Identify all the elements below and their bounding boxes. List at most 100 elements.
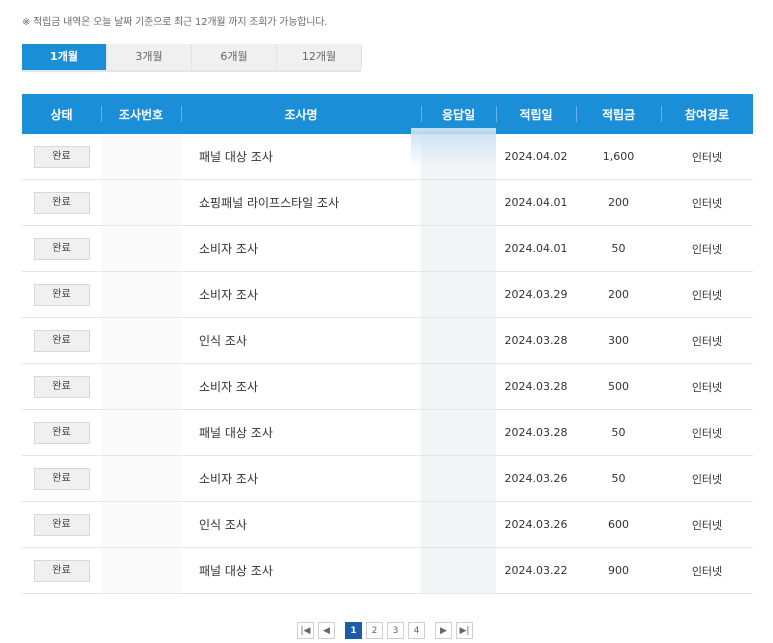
response-date-cell xyxy=(421,547,496,594)
table-row: 완료 소비자 조사 2024.03.26 50 인터넷 xyxy=(22,455,753,502)
status-cell: 완료 xyxy=(22,225,101,272)
accrual-date-cell: 2024.03.28 xyxy=(496,363,576,410)
header-status: 상태 xyxy=(22,94,101,134)
survey-name-cell: 인식 조사 xyxy=(181,501,421,548)
survey-name-cell: 소비자 조사 xyxy=(181,225,421,272)
survey-name-cell: 소비자 조사 xyxy=(181,363,421,410)
status-button[interactable]: 완료 xyxy=(33,329,90,352)
table-row: 완료 패널 대상 조사 2024.04.02 1,600 인터넷 xyxy=(22,134,753,180)
survey-name-cell: 패널 대상 조사 xyxy=(181,409,421,456)
status-button[interactable]: 완료 xyxy=(33,421,90,444)
table-row: 완료 인식 조사 2024.03.26 600 인터넷 xyxy=(22,501,753,548)
survey-no-cell xyxy=(101,409,181,456)
status-button[interactable]: 완료 xyxy=(33,237,90,260)
survey-no-cell xyxy=(101,501,181,548)
response-date-cell xyxy=(421,363,496,410)
tabs-underline xyxy=(22,70,361,72)
survey-name-cell: 패널 대상 조사 xyxy=(181,547,421,594)
status-button[interactable]: 완료 xyxy=(33,559,90,582)
next-page-button[interactable]: ▶ xyxy=(435,622,452,639)
response-date-cell xyxy=(421,317,496,364)
survey-name-cell: 패널 대상 조사 xyxy=(181,134,421,180)
accrual-date-cell: 2024.04.01 xyxy=(496,225,576,272)
channel-cell: 인터넷 xyxy=(661,547,753,594)
status-cell: 완료 xyxy=(22,501,101,548)
table-row: 완료 소비자 조사 2024.04.01 50 인터넷 xyxy=(22,225,753,272)
points-cell: 300 xyxy=(576,317,661,364)
points-cell: 500 xyxy=(576,363,661,410)
survey-name-cell: 쇼핑패널 라이프스타일 조사 xyxy=(181,179,421,226)
status-cell: 완료 xyxy=(22,134,101,180)
survey-no-cell xyxy=(101,363,181,410)
channel-cell: 인터넷 xyxy=(661,271,753,318)
accrual-date-cell: 2024.04.02 xyxy=(496,134,576,180)
prev-page-button[interactable]: ◀ xyxy=(318,622,335,639)
tab-3-months[interactable]: 3개월 xyxy=(107,44,192,70)
accrual-date-cell: 2024.03.22 xyxy=(496,547,576,594)
first-page-button[interactable]: |◀ xyxy=(297,622,314,639)
status-button[interactable]: 완료 xyxy=(33,191,90,214)
page-1-button[interactable]: 1 xyxy=(345,622,362,639)
channel-cell: 인터넷 xyxy=(661,179,753,226)
table-row: 완료 소비자 조사 2024.03.29 200 인터넷 xyxy=(22,271,753,318)
survey-no-cell xyxy=(101,271,181,318)
channel-cell: 인터넷 xyxy=(661,363,753,410)
header-accrual-date: 적립일 xyxy=(496,94,576,134)
page-3-button[interactable]: 3 xyxy=(387,622,404,639)
status-button[interactable]: 완료 xyxy=(33,513,90,536)
last-page-button[interactable]: ▶| xyxy=(456,622,473,639)
response-date-cell xyxy=(421,409,496,456)
survey-no-cell xyxy=(101,547,181,594)
table-row: 완료 패널 대상 조사 2024.03.28 50 인터넷 xyxy=(22,409,753,456)
points-cell: 50 xyxy=(576,409,661,456)
survey-name-cell: 소비자 조사 xyxy=(181,271,421,318)
page-4-button[interactable]: 4 xyxy=(408,622,425,639)
accrual-date-cell: 2024.03.28 xyxy=(496,317,576,364)
tab-12-months[interactable]: 12개월 xyxy=(277,44,362,70)
channel-cell: 인터넷 xyxy=(661,501,753,548)
points-cell: 1,600 xyxy=(576,134,661,180)
survey-no-cell xyxy=(101,225,181,272)
survey-no-cell xyxy=(101,455,181,502)
tab-6-months[interactable]: 6개월 xyxy=(192,44,277,70)
accrual-date-cell: 2024.03.29 xyxy=(496,271,576,318)
channel-cell: 인터넷 xyxy=(661,225,753,272)
header-channel: 참여경로 xyxy=(661,94,753,134)
points-history-table: 상태 조사번호 조사명 응답일 적립일 적립금 참여경로 완료 패널 대상 조사 2… xyxy=(22,94,753,594)
channel-cell: 인터넷 xyxy=(661,455,753,502)
survey-no-cell xyxy=(101,134,181,180)
status-cell: 완료 xyxy=(22,317,101,364)
status-button[interactable]: 완료 xyxy=(33,467,90,490)
table-row: 완료 소비자 조사 2024.03.28 500 인터넷 xyxy=(22,363,753,410)
channel-cell: 인터넷 xyxy=(661,317,753,364)
points-cell: 900 xyxy=(576,547,661,594)
channel-cell: 인터넷 xyxy=(661,409,753,456)
page-2-button[interactable]: 2 xyxy=(366,622,383,639)
status-cell: 완료 xyxy=(22,179,101,226)
status-button[interactable]: 완료 xyxy=(33,145,90,168)
response-date-cell xyxy=(421,179,496,226)
tab-1-month[interactable]: 1개월 xyxy=(22,44,107,70)
points-cell: 200 xyxy=(576,271,661,318)
table-row: 완료 인식 조사 2024.03.28 300 인터넷 xyxy=(22,317,753,364)
status-button[interactable]: 완료 xyxy=(33,283,90,306)
points-cell: 50 xyxy=(576,455,661,502)
header-survey-no: 조사번호 xyxy=(101,94,181,134)
response-date-cell xyxy=(421,455,496,502)
survey-no-cell xyxy=(101,317,181,364)
response-date-cell xyxy=(421,271,496,318)
status-cell: 완료 xyxy=(22,409,101,456)
points-cell: 600 xyxy=(576,501,661,548)
period-tabs: 1개월 3개월 6개월 12개월 xyxy=(22,44,362,70)
points-cell: 200 xyxy=(576,179,661,226)
table-row: 완료 패널 대상 조사 2024.03.22 900 인터넷 xyxy=(22,547,753,594)
accrual-date-cell: 2024.03.28 xyxy=(496,409,576,456)
survey-name-cell: 소비자 조사 xyxy=(181,455,421,502)
status-cell: 완료 xyxy=(22,455,101,502)
table-row: 완료 쇼핑패널 라이프스타일 조사 2024.04.01 200 인터넷 xyxy=(22,179,753,226)
accrual-date-cell: 2024.04.01 xyxy=(496,179,576,226)
channel-cell: 인터넷 xyxy=(661,134,753,180)
response-date-cell xyxy=(421,501,496,548)
status-button[interactable]: 완료 xyxy=(33,375,90,398)
points-cell: 50 xyxy=(576,225,661,272)
